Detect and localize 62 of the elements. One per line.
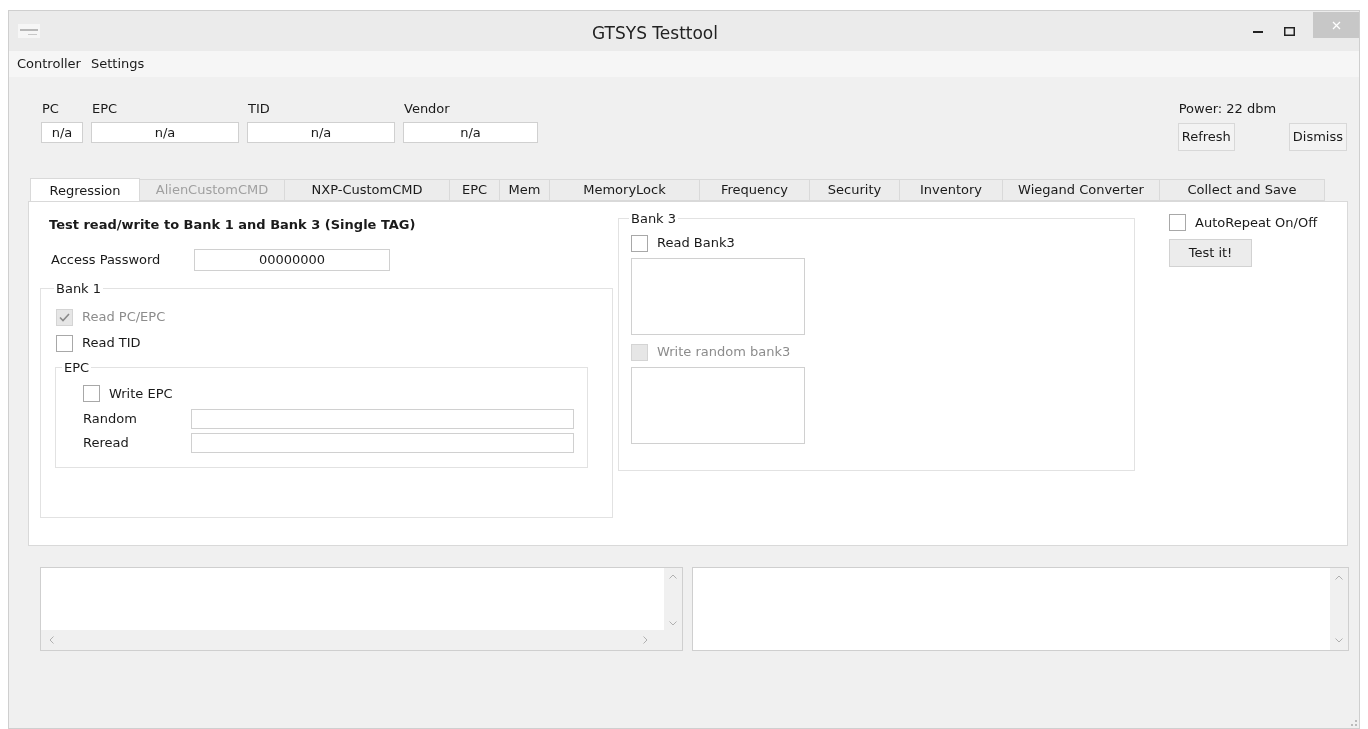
group-title: Bank 3: [630, 209, 678, 228]
text-area[interactable]: [631, 367, 805, 444]
field-label: Reread: [82, 433, 130, 452]
checkbox-label: AutoRepeat On/Off: [1195, 213, 1318, 232]
menu-item[interactable]: Settings: [88, 54, 147, 74]
checkbox-label: Write EPC: [109, 384, 173, 403]
checkbox[interactable]: [631, 234, 648, 252]
checkbox[interactable]: [83, 385, 100, 402]
text-field[interactable]: [191, 408, 574, 429]
text-field[interactable]: n/a: [91, 122, 239, 143]
group-title: EPC: [63, 359, 91, 377]
maximize-icon: [1283, 26, 1295, 36]
text-field[interactable]: [191, 432, 574, 453]
menu-item[interactable]: Controller: [15, 54, 83, 74]
window-title: GTSYS Testtool: [592, 22, 718, 45]
minimize-icon: [1253, 29, 1263, 33]
app-logo-icon: [18, 24, 40, 38]
scroll-down-icon[interactable]: [669, 621, 677, 626]
checkbox[interactable]: [56, 334, 73, 352]
tab[interactable]: Frequency: [700, 179, 810, 201]
scroll-up-icon[interactable]: [1335, 575, 1343, 580]
button[interactable]: Dismiss: [1288, 122, 1347, 151]
field-label: TID: [248, 100, 271, 118]
checkbox[interactable]: [1169, 214, 1186, 231]
field-label: PC: [42, 100, 60, 118]
text-field[interactable]: n/a: [403, 122, 538, 143]
close-icon: [1331, 20, 1341, 30]
tab[interactable]: Security: [810, 179, 900, 201]
tab[interactable]: Collect and Save: [1160, 179, 1325, 201]
checkbox-label: Write random bank3: [657, 343, 791, 362]
checkbox-label: Read PC/EPC: [82, 308, 166, 327]
tab[interactable]: MemoryLock: [550, 179, 700, 201]
button[interactable]: Refresh: [1177, 122, 1235, 151]
tab[interactable]: Mem: [500, 179, 550, 201]
test-button[interactable]: Test it!: [1169, 238, 1252, 267]
scroll-left-icon[interactable]: [49, 636, 54, 644]
tab[interactable]: NXP-CustomCMD: [285, 179, 450, 201]
check-icon: [59, 312, 70, 322]
field-label: Random: [82, 409, 138, 428]
log-text-area[interactable]: [40, 567, 683, 651]
text-field[interactable]: n/a: [247, 122, 395, 143]
power-label: Power: 22 dbm: [1178, 100, 1278, 118]
text-field[interactable]: n/a: [41, 122, 83, 143]
text-area[interactable]: [631, 258, 805, 335]
log-text-area[interactable]: [692, 567, 1349, 651]
tab[interactable]: Inventory: [900, 179, 1003, 201]
section-heading: Test read/write to Bank 1 and Bank 3 (Single TAG): [49, 216, 416, 234]
checkbox-label: Read TID: [82, 334, 141, 353]
tab[interactable]: Wiegand Converter: [1003, 179, 1160, 201]
resize-grip-icon: [1351, 720, 1357, 726]
scroll-up-icon[interactable]: [669, 574, 677, 579]
field-label: Vendor: [404, 100, 451, 118]
password-field[interactable]: 00000000: [194, 248, 390, 271]
close-button[interactable]: [1313, 12, 1359, 38]
group-title: Bank 1: [55, 279, 103, 298]
checkbox-label: Read Bank3: [657, 234, 735, 253]
field-label: EPC: [92, 100, 119, 118]
tab[interactable]: Regression: [30, 178, 140, 202]
field-label: Access Password: [51, 250, 162, 269]
tab[interactable]: EPC: [450, 179, 500, 201]
scroll-down-icon[interactable]: [1335, 638, 1343, 643]
scroll-right-icon[interactable]: [643, 636, 648, 644]
